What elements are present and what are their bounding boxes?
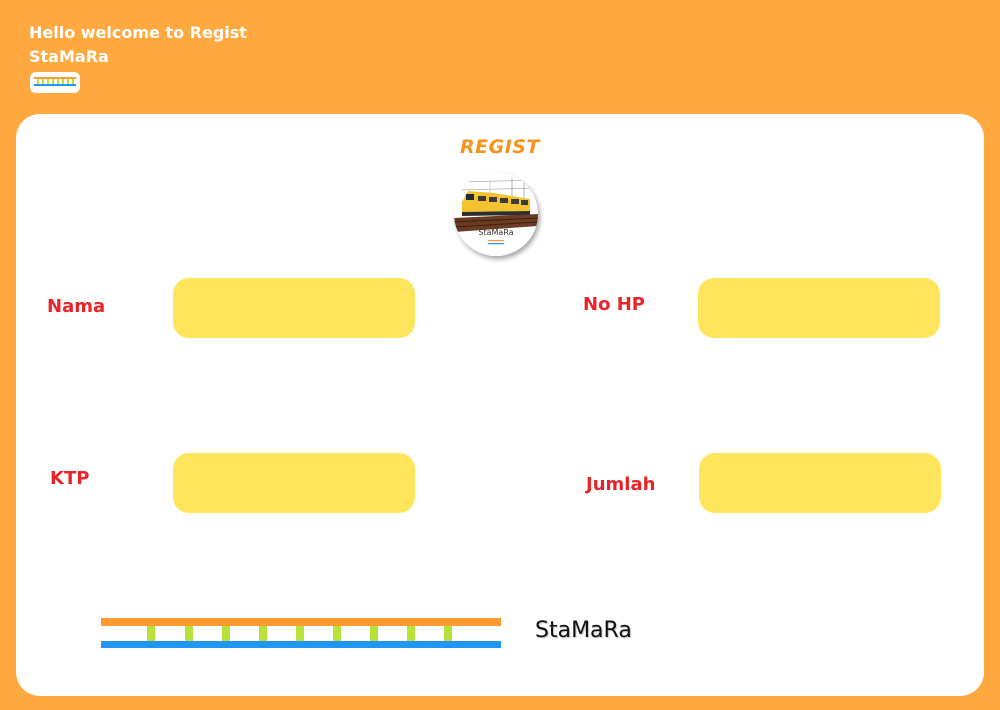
no-hp-label: No HP [583, 294, 645, 315]
ktp-label: KTP [50, 468, 90, 489]
registration-card: REGIST StaMaRa Nama No HP KTP Jumlah Sta… [16, 114, 984, 696]
nama-label: Nama [47, 296, 106, 317]
logo-text: StaMaRa [478, 228, 514, 237]
rail-track-icon [101, 618, 501, 652]
footer-brand: StaMaRa [535, 618, 632, 643]
app-header: Hello welcome to Regist StaMaRa [29, 21, 247, 69]
jumlah-label: Jumlah [586, 474, 656, 495]
rail-track-icon [30, 72, 80, 93]
jumlah-input[interactable] [699, 453, 941, 513]
nama-input[interactable] [173, 278, 415, 338]
header-greeting: Hello welcome to Regist [29, 23, 247, 42]
ktp-input[interactable] [173, 453, 415, 513]
train-logo-icon: StaMaRa [454, 172, 538, 256]
page-title: REGIST [460, 136, 540, 158]
header-brand: StaMaRa [29, 47, 109, 66]
no-hp-input[interactable] [698, 278, 940, 338]
